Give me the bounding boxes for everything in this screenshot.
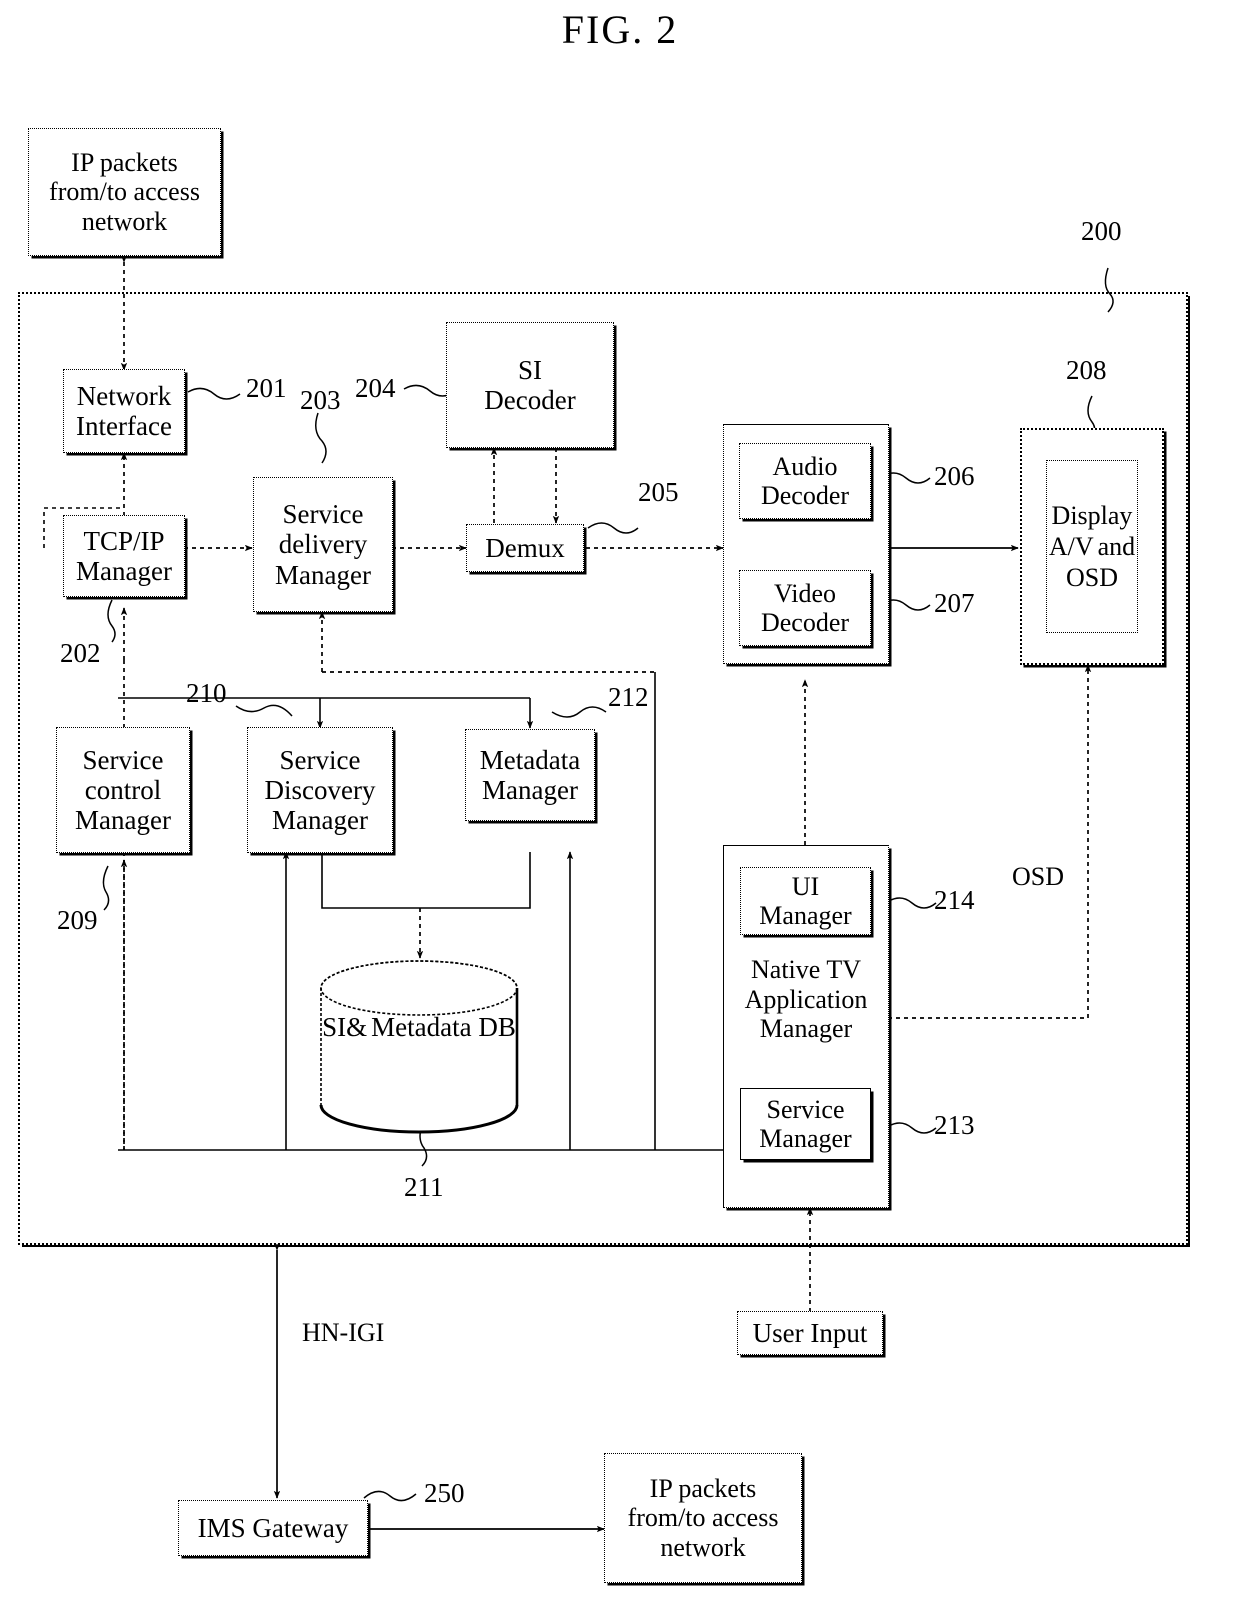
display-line2: A/V <box>1048 531 1094 561</box>
figure-title: FIG. 2 <box>561 7 679 52</box>
demux-label: Demux <box>485 532 565 563</box>
osd-annotation: OSD <box>1012 862 1064 892</box>
ref-209: 209 <box>57 905 98 935</box>
ref-204: 204 <box>355 373 396 403</box>
user-input-label: User Input <box>752 1317 868 1348</box>
video-decoder-line1: Video <box>774 578 836 608</box>
ref-212: 212 <box>608 682 649 712</box>
service-manager-line2: Manager <box>759 1124 852 1153</box>
ip-packets-bottom-line2: from/to access <box>627 1503 779 1533</box>
tcpip-manager-line2: Manager <box>76 556 172 586</box>
display-line4: OSD <box>1065 563 1118 593</box>
hn-igi-annotation-text: HN-IGI <box>302 1318 385 1347</box>
service-control-manager-line3: Manager <box>75 805 171 836</box>
ref-213: 213 <box>934 1110 975 1140</box>
display-line3: and <box>1097 531 1136 561</box>
ref-201: 201 <box>246 373 287 403</box>
ref-210: 210 <box>186 678 227 708</box>
display-av-osd-inner: Display A/V and OSD <box>1046 460 1138 633</box>
ui-manager-line1: UI <box>791 871 820 901</box>
service-discovery-manager-line1: Service <box>279 744 361 775</box>
demux-block: Demux <box>466 524 584 572</box>
ip-packets-top-line3: network <box>81 206 168 236</box>
ntv-line3: Manager <box>759 1014 853 1044</box>
service-control-manager-block: Service control Manager <box>56 727 190 853</box>
ip-packets-top-line2: from/to access <box>49 177 200 207</box>
service-control-manager-line1: Service <box>82 744 164 775</box>
ip-packets-bottom-line3: network <box>660 1532 746 1562</box>
network-interface-line2: Interface <box>76 411 172 441</box>
display-line1: Display <box>1051 500 1133 530</box>
si-metadata-db-line1: SI& <box>322 1012 368 1042</box>
service-discovery-manager-line3: Manager <box>272 805 368 836</box>
ref-202: 202 <box>60 638 101 668</box>
audio-decoder-block: Audio Decoder <box>739 443 871 519</box>
si-metadata-db-label: SI& Metadata DB <box>321 1012 517 1043</box>
ref-211: 211 <box>404 1172 444 1202</box>
figure-canvas: FIG. 2 IP packets from/to access network… <box>0 0 1240 1613</box>
tcpip-manager-block: TCP/IP Manager <box>63 515 185 597</box>
ims-gateway-block: IMS Gateway <box>178 1500 368 1556</box>
metadata-manager-line1: Metadata <box>479 744 581 775</box>
ref-200: 200 <box>1081 216 1122 246</box>
ip-packets-top-block: IP packets from/to access network <box>28 128 221 256</box>
video-decoder-block: Video Decoder <box>739 570 871 646</box>
audio-decoder-line2: Decoder <box>760 481 850 510</box>
metadata-manager-block: Metadata Manager <box>465 729 595 821</box>
service-delivery-manager-line2: delivery <box>278 529 368 560</box>
native-tv-application-manager-label: Native TV Application Manager <box>723 955 889 1044</box>
service-delivery-manager-block: Service delivery Manager <box>253 477 393 612</box>
ip-packets-top-line1: IP packets <box>71 148 178 178</box>
ims-gateway-label: IMS Gateway <box>197 1512 349 1543</box>
service-delivery-manager-line1: Service <box>282 499 364 530</box>
ref-207: 207 <box>934 588 975 618</box>
service-discovery-manager-block: Service Discovery Manager <box>247 727 393 853</box>
ntv-line1: Native TV <box>751 955 861 984</box>
si-decoder-line1: SI <box>517 354 542 385</box>
ref-214: 214 <box>934 885 975 915</box>
hn-igi-annotation: HN-IGI <box>302 1318 384 1348</box>
service-delivery-manager-line3: Manager <box>275 559 371 590</box>
ref-250: 250 <box>424 1478 465 1508</box>
video-decoder-line2: Decoder <box>760 608 850 637</box>
display-av-osd-block: Display A/V and OSD <box>1020 428 1164 665</box>
si-metadata-db-line2: Metadata DB <box>371 1012 516 1042</box>
service-discovery-manager-line2: Discovery <box>264 774 376 805</box>
ref-206: 206 <box>934 461 975 491</box>
service-control-manager-line2: control <box>84 774 162 805</box>
ui-manager-block: UI Manager <box>740 867 871 935</box>
ref-208: 208 <box>1066 355 1107 385</box>
si-decoder-block: SI Decoder <box>446 322 614 448</box>
ref-203: 203 <box>300 385 341 415</box>
ui-manager-line2: Manager <box>759 901 852 930</box>
ref-205: 205 <box>638 477 679 507</box>
audio-decoder-line1: Audio <box>772 451 838 481</box>
tcpip-manager-line1: TCP/IP <box>83 525 165 556</box>
osd-annotation-text: OSD <box>1012 862 1065 891</box>
si-decoder-line2: Decoder <box>484 385 576 415</box>
metadata-manager-line2: Manager <box>482 775 578 805</box>
ip-packets-bottom-line1: IP packets <box>649 1474 757 1504</box>
user-input-block: User Input <box>737 1311 883 1355</box>
network-interface-line1: Network <box>76 380 172 411</box>
service-manager-line1: Service <box>766 1094 845 1124</box>
service-manager-block: Service Manager <box>740 1088 871 1160</box>
network-interface-block: Network Interface <box>63 369 185 453</box>
ntv-line2: Application <box>744 984 868 1014</box>
ip-packets-bottom-block: IP packets from/to access network <box>604 1453 802 1583</box>
